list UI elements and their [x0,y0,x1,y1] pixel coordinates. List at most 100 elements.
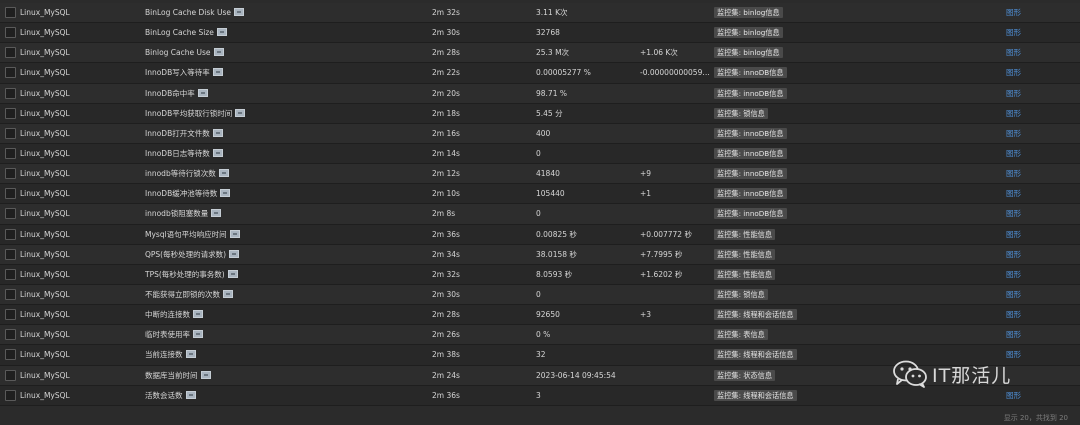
info-flag-icon[interactable] [193,330,203,339]
watermark-text: IT那活儿 [932,364,1012,387]
application-tag[interactable]: 监控集: 性能信息 [714,268,776,280]
graph-link[interactable]: 图形 [1006,285,1046,304]
application-tag[interactable]: 监控集: binlog信息 [714,7,783,18]
change-cell [640,3,710,22]
info-flag-icon[interactable] [185,350,196,359]
row-checkbox[interactable] [5,168,16,180]
info-flag-icon[interactable] [211,209,222,218]
row-checkbox[interactable] [5,87,16,99]
change-cell [640,84,710,103]
application-tag[interactable]: 监控集: 锁信息 [714,288,768,300]
info-flag-icon[interactable] [193,310,203,319]
info-flag-icon[interactable] [233,8,244,16]
info-flag-icon[interactable] [235,108,246,117]
graph-link[interactable]: 图形 [1006,225,1046,244]
row-checkbox[interactable] [5,188,16,200]
graph-link[interactable]: 图形 [1006,325,1046,344]
row-checkbox[interactable] [5,248,16,260]
application-tag[interactable]: 监控集: innoDB信息 [714,208,787,220]
graph-link[interactable]: 图形 [1006,63,1046,82]
info-flag-icon[interactable] [218,169,229,178]
info-flag-icon[interactable] [212,148,223,157]
item-name-cell: InnoDB日志等待数 [145,144,425,163]
host-cell: Linux_MySQL [20,269,70,279]
item-name: InnoDB平均获取行锁时间 [145,108,233,118]
graph-link[interactable]: 图形 [1006,23,1046,42]
info-flag-icon[interactable] [229,249,240,258]
info-flag-icon[interactable] [216,28,227,37]
info-flag-icon[interactable] [227,269,238,278]
application-tag[interactable]: 监控集: 性能信息 [714,248,776,260]
info-flag-icon[interactable] [185,390,196,399]
row-checkbox[interactable] [5,147,16,159]
last-value-cell: 0 [536,289,541,299]
change-cell: +1.6202 秒 [640,269,683,279]
row-checkbox[interactable] [5,228,16,240]
change-cell: +1.06 K次 [640,48,678,58]
row-checkbox[interactable] [5,107,16,119]
graph-link[interactable]: 图形 [1006,43,1046,62]
row-checkbox[interactable] [5,389,16,401]
row-checkbox[interactable] [5,369,16,381]
graph-link[interactable]: 图形 [1006,265,1046,284]
application-tag[interactable]: 监控集: 线程和会话信息 [714,309,797,321]
application-tag[interactable]: 监控集: innoDB信息 [714,67,787,79]
row-checkbox[interactable] [5,47,16,59]
row-checkbox[interactable] [5,208,16,220]
application-tag[interactable]: 监控集: 锁信息 [714,107,768,119]
row-checkbox[interactable] [5,349,16,361]
item-name-cell: Binlog Cache Use [145,43,425,62]
application-tag[interactable]: 监控集: innoDB信息 [714,87,787,99]
info-flag-icon[interactable] [197,88,208,97]
graph-link[interactable]: 图形 [1006,3,1046,22]
application-tag[interactable]: 监控集: innoDB信息 [714,168,787,180]
application-tag[interactable]: 监控集: 线程和会话信息 [714,389,797,401]
info-flag-icon[interactable] [229,229,240,238]
application-tag[interactable]: 监控集: binlog信息 [714,47,783,59]
graph-link[interactable]: 图形 [1006,245,1046,264]
application-tag[interactable]: 监控集: binlog信息 [714,27,783,39]
item-name-cell: 临时表使用率 [145,325,425,344]
graph-link[interactable]: 图形 [1006,184,1046,203]
application-tag[interactable]: 监控集: innoDB信息 [714,127,787,139]
row-checkbox[interactable] [5,127,16,139]
graph-link[interactable]: 图形 [1006,345,1046,364]
application-tag[interactable]: 监控集: 表信息 [714,329,768,341]
info-flag-icon[interactable] [200,370,211,379]
info-flag-icon[interactable] [223,289,233,298]
host-cell: Linux_MySQL [20,289,70,299]
row-checkbox[interactable] [5,67,16,79]
graph-link[interactable]: 图形 [1006,305,1046,324]
row-checkbox[interactable] [5,7,16,18]
application-tag[interactable]: 监控集: innoDB信息 [714,188,787,200]
row-checkbox[interactable] [5,329,16,341]
application-tag[interactable]: 监控集: 状态信息 [714,369,776,381]
application-tag[interactable]: 监控集: 性能信息 [714,228,776,240]
row-checkbox[interactable] [5,268,16,280]
change-cell: -0.000000000598... [640,68,710,78]
application-tag[interactable]: 监控集: 线程和会话信息 [714,349,797,361]
graph-link[interactable]: 图形 [1006,104,1046,123]
last-check-cell: 2m 32s [432,269,460,279]
last-value-cell: 32 [536,350,546,360]
last-value-cell: 41840 [536,169,560,179]
table-row: Linux_MySQL 不能获得立即锁的次数 2m 30s 0 监控集: 锁信息 图形 [0,284,1080,306]
info-flag-icon[interactable] [212,68,223,77]
info-flag-icon[interactable] [212,128,223,137]
graph-link[interactable]: 图形 [1006,164,1046,183]
row-checkbox[interactable] [5,27,16,39]
graph-link[interactable]: 图形 [1006,204,1046,223]
item-name: 中断的连接数 [145,310,190,320]
application-tag[interactable]: 监控集: innoDB信息 [714,147,787,159]
graph-link[interactable]: 图形 [1006,124,1046,143]
host-cell: Linux_MySQL [20,108,70,118]
info-flag-icon[interactable] [220,189,231,198]
row-checkbox[interactable] [5,288,16,300]
graph-link[interactable]: 图形 [1006,84,1046,103]
graph-link[interactable]: 图形 [1006,386,1046,405]
row-checkbox[interactable] [5,309,16,321]
last-check-cell: 2m 24s [432,370,460,380]
graph-link[interactable]: 图形 [1006,144,1046,163]
table-row: Linux_MySQL innodb等待行锁次数 2m 12s 41840 +9 监控集:… [0,164,1080,185]
info-flag-icon[interactable] [213,48,224,57]
